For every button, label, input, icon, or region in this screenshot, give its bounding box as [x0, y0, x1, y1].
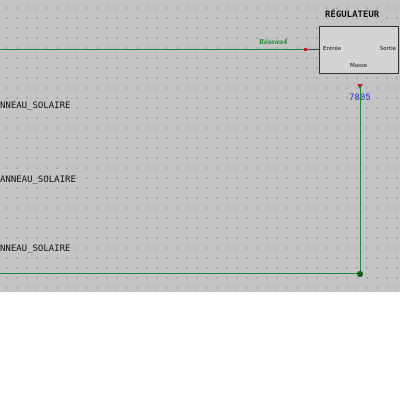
bottom-wire[interactable]: [0, 273, 360, 274]
regulator-title: RÉGULATEUR: [325, 10, 380, 20]
regulator-pin-input-label: Entrée: [323, 46, 342, 52]
input-pin-lead: [307, 49, 319, 50]
solar-panel-label-2[interactable]: ANNEAU_SOLAIRE: [0, 175, 76, 185]
regulator-pin-output-label: Sortie: [379, 46, 396, 52]
top-wire[interactable]: [0, 49, 306, 50]
solar-panel-label-1[interactable]: NNEAU_SOLAIRE: [0, 101, 70, 111]
schematic-canvas[interactable]: Réseau4 RÉGULATEUR Entrée Sortie Masse 7…: [0, 0, 400, 292]
wire-junction-dot: [357, 271, 363, 277]
regulator-component[interactable]: Entrée Sortie Masse: [319, 26, 399, 74]
net-name-label[interactable]: Réseau4: [259, 39, 287, 46]
solar-panel-label-3[interactable]: NNEAU_SOLAIRE: [0, 244, 70, 254]
ground-wire[interactable]: [360, 86, 361, 274]
regulator-pin-ground-label: Masse: [350, 63, 368, 69]
